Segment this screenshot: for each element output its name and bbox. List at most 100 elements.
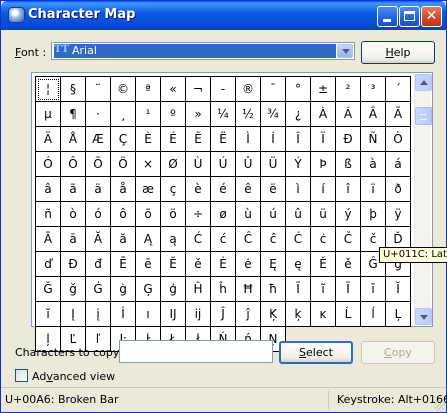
character-cell[interactable]: ®	[236, 77, 261, 102]
character-cell[interactable]: Ã	[386, 102, 411, 127]
character-cell[interactable]: ó	[86, 202, 111, 227]
character-cell[interactable]: Ä	[36, 127, 61, 152]
character-cell[interactable]: Ā	[36, 227, 61, 252]
character-cell[interactable]: §	[61, 77, 86, 102]
character-cell[interactable]: é	[211, 177, 236, 202]
character-cell[interactable]: Ù	[186, 152, 211, 177]
character-cell[interactable]: đ	[86, 252, 111, 277]
character-cell[interactable]: ¯	[261, 77, 286, 102]
character-cell[interactable]: Õ	[86, 152, 111, 177]
character-cell[interactable]: Đ	[61, 252, 86, 277]
character-cell[interactable]: Ĳ	[161, 302, 186, 327]
character-cell[interactable]: Ĭ	[386, 277, 411, 302]
character-cell[interactable]: ď	[36, 252, 61, 277]
character-cell[interactable]: Ý	[286, 152, 311, 177]
character-cell[interactable]: þ	[361, 202, 386, 227]
character-cell[interactable]: ª	[136, 77, 161, 102]
font-dropdown[interactable]: Arial ƬƬ	[51, 42, 355, 60]
character-cell[interactable]: Ñ	[361, 127, 386, 152]
character-cell[interactable]: ê	[236, 177, 261, 202]
character-cell[interactable]: Ì	[236, 127, 261, 152]
character-cell[interactable]: ñ	[36, 202, 61, 227]
character-cell[interactable]: û	[286, 202, 311, 227]
character-cell[interactable]: İ	[111, 302, 136, 327]
character-cell[interactable]: ï	[361, 177, 386, 202]
character-cell[interactable]: Î	[286, 127, 311, 152]
character-cell[interactable]: ÿ	[386, 202, 411, 227]
character-cell[interactable]: À	[311, 102, 336, 127]
character-cell[interactable]: ý	[336, 202, 361, 227]
chevron-down-icon[interactable]	[337, 44, 353, 58]
character-cell[interactable]: ĕ	[186, 252, 211, 277]
character-cell[interactable]: ¦	[36, 77, 61, 102]
character-cell[interactable]: ì	[286, 177, 311, 202]
character-cell[interactable]: â	[36, 177, 61, 202]
character-cell[interactable]: Ć	[186, 227, 211, 252]
characters-to-copy-input[interactable]	[119, 340, 273, 363]
character-cell[interactable]: æ	[136, 177, 161, 202]
character-cell[interactable]: Ě	[311, 252, 336, 277]
character-cell[interactable]: ĸ	[311, 302, 336, 327]
character-cell[interactable]: ð	[386, 177, 411, 202]
character-cell[interactable]: ä	[86, 177, 111, 202]
character-cell[interactable]: ħ	[261, 277, 286, 302]
scroll-down-button[interactable]	[415, 308, 432, 325]
copy-button[interactable]: Copy	[361, 341, 435, 364]
character-cell[interactable]: Æ	[86, 127, 111, 152]
character-cell[interactable]: ĵ	[236, 302, 261, 327]
character-cell[interactable]: È	[136, 127, 161, 152]
resize-grip-icon[interactable]	[435, 401, 445, 411]
character-cell[interactable]: Å	[61, 127, 86, 152]
help-button[interactable]: Help	[361, 41, 435, 64]
character-cell[interactable]: ´	[386, 77, 411, 102]
character-cell[interactable]: ě	[336, 252, 361, 277]
character-cell[interactable]: Ą	[136, 227, 161, 252]
select-button[interactable]: Select	[279, 341, 353, 364]
character-cell[interactable]: í	[311, 177, 336, 202]
advanced-view-checkbox[interactable]	[15, 369, 28, 382]
character-cell[interactable]: ¹	[136, 102, 161, 127]
character-cell[interactable]: Ĵ	[211, 302, 236, 327]
character-cell[interactable]: ĉ	[261, 227, 286, 252]
character-cell[interactable]: Ë	[211, 127, 236, 152]
character-cell[interactable]: Ċ	[286, 227, 311, 252]
character-cell[interactable]: ķ	[286, 302, 311, 327]
character-cell[interactable]: Ĺ	[336, 302, 361, 327]
character-cell[interactable]: ò	[61, 202, 86, 227]
character-cell[interactable]: î	[336, 177, 361, 202]
character-cell[interactable]: ĺ	[361, 302, 386, 327]
character-cell[interactable]: Ö	[111, 152, 136, 177]
character-cell[interactable]: å	[111, 177, 136, 202]
character-cell[interactable]: Ô	[61, 152, 86, 177]
character-cell[interactable]: ¸	[111, 102, 136, 127]
character-cell[interactable]: ÷	[186, 202, 211, 227]
character-cell[interactable]: °	[286, 77, 311, 102]
character-cell[interactable]: ī	[361, 277, 386, 302]
character-cell[interactable]: Ğ	[36, 277, 61, 302]
character-cell[interactable]: ı	[136, 302, 161, 327]
character-cell[interactable]: Û	[236, 152, 261, 177]
character-cell[interactable]: ·	[86, 102, 111, 127]
character-cell[interactable]: Ġ	[86, 277, 111, 302]
character-cell[interactable]: ×	[136, 152, 161, 177]
scrollbar-thumb[interactable]	[415, 107, 432, 125]
character-cell[interactable]: µ	[36, 102, 61, 127]
character-cell[interactable]: ¼	[211, 102, 236, 127]
character-cell[interactable]: ĳ	[186, 302, 211, 327]
character-cell[interactable]: ċ	[311, 227, 336, 252]
maximize-button[interactable]	[399, 6, 420, 27]
character-cell[interactable]: Į	[61, 302, 86, 327]
character-cell[interactable]: ½	[236, 102, 261, 127]
character-cell[interactable]: ö	[161, 202, 186, 227]
character-cell[interactable]: Ģ	[136, 277, 161, 302]
character-cell[interactable]: Ü	[261, 152, 286, 177]
character-cell[interactable]: »	[186, 102, 211, 127]
character-cell[interactable]: ĥ	[211, 277, 236, 302]
character-cell[interactable]: ē	[136, 252, 161, 277]
character-cell[interactable]: Ê	[186, 127, 211, 152]
character-cell[interactable]: Ļ	[386, 302, 411, 327]
character-cell[interactable]: ø	[211, 202, 236, 227]
title-bar[interactable]: Character Map ✕	[1, 1, 446, 30]
character-cell[interactable]: Ð	[336, 127, 361, 152]
character-cell[interactable]: Ķ	[261, 302, 286, 327]
